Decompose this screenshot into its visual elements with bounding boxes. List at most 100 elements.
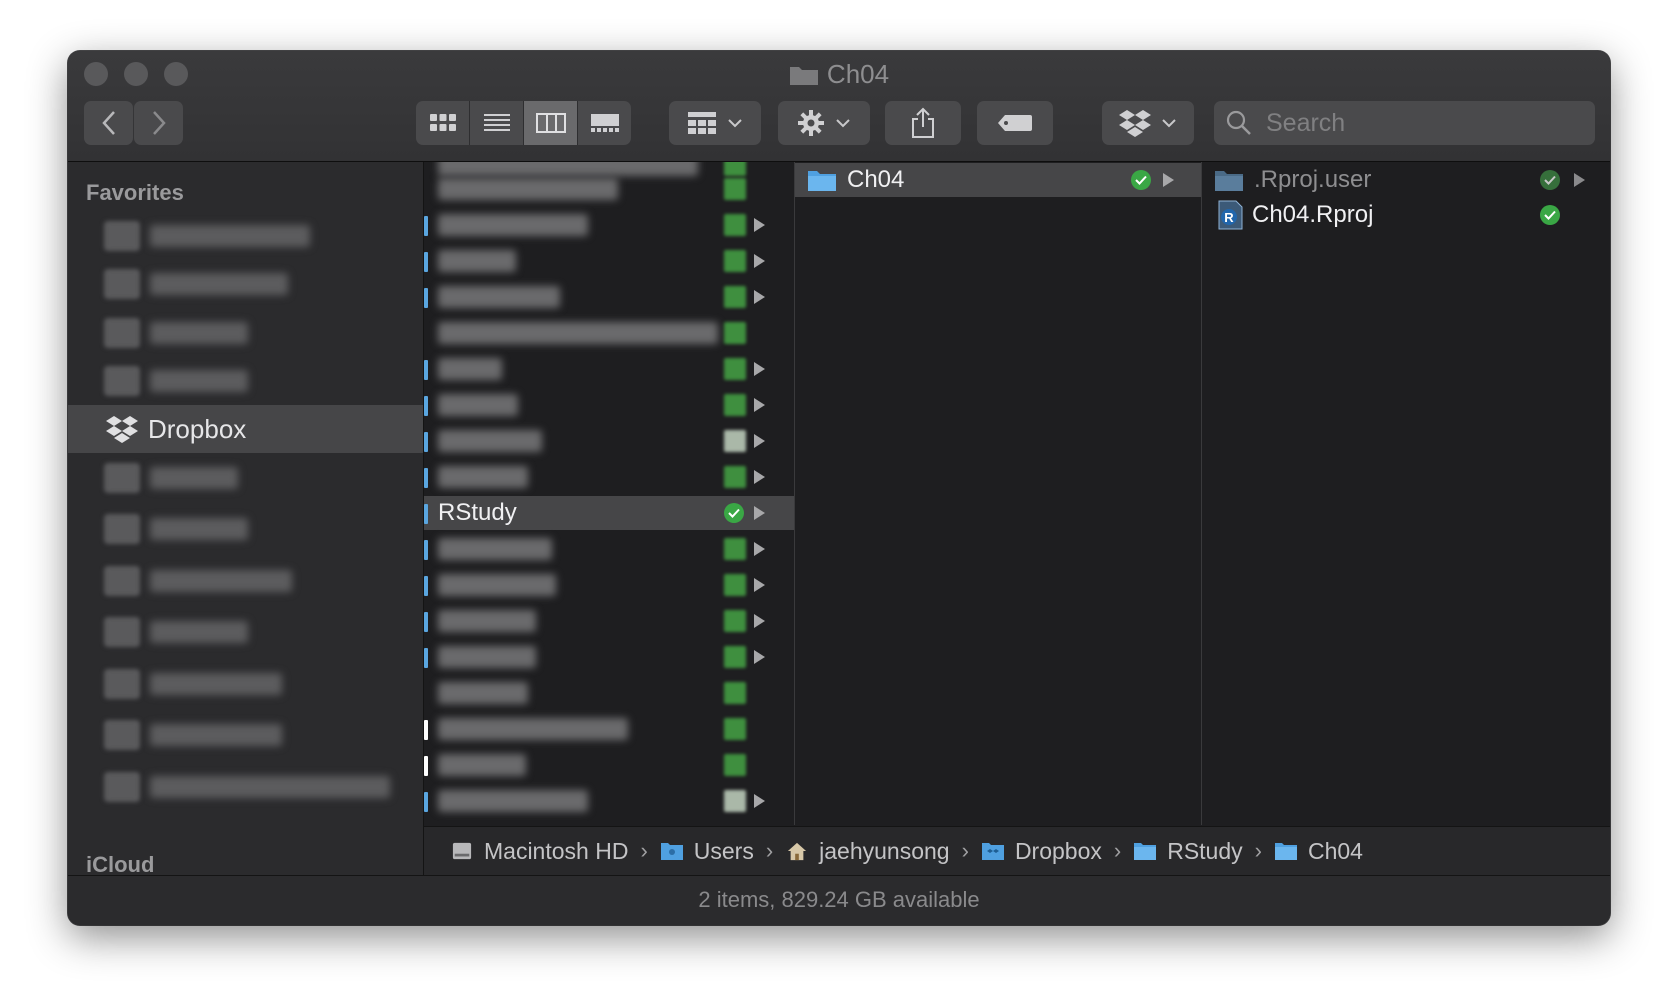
list-item[interactable] xyxy=(424,460,794,494)
sidebar-item-blurred[interactable] xyxy=(68,505,423,553)
list-item-label: RStudy xyxy=(438,499,517,526)
list-item-label: Ch04 xyxy=(847,166,905,193)
sidebar-item-blurred[interactable] xyxy=(68,309,423,357)
svg-text:R: R xyxy=(1224,210,1234,225)
sidebar-item-blurred[interactable] xyxy=(68,711,423,759)
disclosure-arrow-icon xyxy=(754,506,765,520)
list-item[interactable] xyxy=(424,316,794,350)
gallery-icon xyxy=(590,114,619,132)
list-item-ch04[interactable]: Ch04 xyxy=(795,163,1201,197)
back-button[interactable] xyxy=(84,101,133,145)
dropbox-folder-icon xyxy=(981,843,1004,860)
chevron-right-icon: › xyxy=(1113,838,1122,863)
list-item[interactable] xyxy=(424,352,794,386)
list-item[interactable] xyxy=(424,424,794,458)
sync-check-icon xyxy=(1540,205,1560,225)
sidebar-item-blurred[interactable] xyxy=(68,260,423,308)
window-title: Ch04 xyxy=(68,59,1610,89)
path-crumb-label: jaehyunsong xyxy=(819,837,950,864)
list-icon xyxy=(483,114,510,131)
columns-icon xyxy=(535,113,566,133)
sidebar-item-blurred[interactable] xyxy=(68,763,423,811)
list-item-ch04-rproj[interactable]: R Ch04.Rproj xyxy=(1202,198,1610,232)
list-item[interactable] xyxy=(424,640,794,674)
chevron-down-icon xyxy=(1162,119,1176,128)
path-crumb-users[interactable]: Users xyxy=(660,838,754,865)
sidebar-item-blurred[interactable] xyxy=(68,557,423,605)
list-item[interactable] xyxy=(424,244,794,278)
dropbox-icon xyxy=(106,416,138,443)
finder-window: Ch04 Search Favorites Dropbox iCloud RSt… xyxy=(68,51,1610,925)
folder-icon xyxy=(1215,171,1243,191)
sidebar-item-dropbox[interactable]: Dropbox xyxy=(68,405,423,453)
grid-group-icon xyxy=(688,112,716,134)
chevron-down-icon xyxy=(836,119,850,128)
list-item-label: Ch04.Rproj xyxy=(1252,201,1374,228)
path-crumb-home[interactable]: jaehyunsong xyxy=(785,837,950,865)
favorites-heading: Favorites xyxy=(86,180,184,205)
list-item-rproj-user[interactable]: .Rproj.user xyxy=(1202,163,1610,197)
hard-drive-icon xyxy=(452,842,472,860)
sidebar-item-blurred[interactable] xyxy=(68,660,423,708)
path-crumb-label: RStudy xyxy=(1167,837,1243,864)
column-dropbox: RStudy xyxy=(424,162,795,825)
search-icon xyxy=(1226,110,1251,135)
share-button[interactable] xyxy=(885,101,961,145)
sidebar-item-label: Dropbox xyxy=(148,413,247,444)
list-item[interactable] xyxy=(424,568,794,602)
path-crumb-dropbox[interactable]: Dropbox xyxy=(981,838,1102,865)
search-input[interactable] xyxy=(1264,107,1588,139)
sync-check-icon xyxy=(724,503,744,523)
list-item[interactable] xyxy=(424,532,794,566)
chevron-down-icon xyxy=(728,119,742,128)
dropbox-icon xyxy=(1119,110,1151,137)
list-item[interactable] xyxy=(424,712,794,746)
users-folder-icon xyxy=(660,843,683,860)
chevron-right-icon: › xyxy=(640,838,648,863)
icloud-heading: iCloud xyxy=(86,852,155,875)
list-item[interactable] xyxy=(424,676,794,710)
list-item[interactable] xyxy=(424,172,794,206)
path-crumb-label: Macintosh HD xyxy=(484,837,629,864)
view-mode-control xyxy=(416,101,631,145)
path-crumb-label: Users xyxy=(693,837,754,864)
tag-button[interactable] xyxy=(977,101,1053,145)
path-bar: Macintosh HD › Users › jaehyunsong › Dro… xyxy=(424,826,1610,875)
status-bar: 2 items, 829.24 GB available xyxy=(68,875,1610,925)
window-title-text: Ch04 xyxy=(826,59,890,89)
list-item[interactable] xyxy=(424,604,794,638)
list-item-label: .Rproj.user xyxy=(1254,166,1372,193)
path-crumb-ch04[interactable]: Ch04 xyxy=(1274,838,1363,865)
list-item[interactable] xyxy=(424,748,794,782)
path-crumb-rstudy[interactable]: RStudy xyxy=(1133,837,1243,865)
list-item[interactable] xyxy=(424,280,794,314)
action-menu-button[interactable] xyxy=(778,101,870,145)
sidebar-item-blurred[interactable] xyxy=(68,357,423,405)
sidebar-item-blurred[interactable] xyxy=(68,608,423,656)
folder-icon xyxy=(789,67,818,85)
column-view-button[interactable] xyxy=(524,101,578,145)
list-view-button[interactable] xyxy=(470,101,524,145)
sidebar-item-blurred[interactable] xyxy=(68,454,423,502)
chevron-left-icon xyxy=(101,111,115,135)
list-item-rstudy[interactable]: RStudy xyxy=(424,496,794,530)
sidebar: Favorites Dropbox iCloud xyxy=(68,162,424,875)
list-item[interactable] xyxy=(424,388,794,422)
list-item[interactable] xyxy=(424,784,794,818)
dropbox-menu-button[interactable] xyxy=(1102,101,1194,145)
rproject-file-icon: R xyxy=(1218,200,1243,230)
group-by-button[interactable] xyxy=(669,101,761,145)
chevron-right-icon xyxy=(152,111,166,135)
sync-check-icon xyxy=(1540,170,1560,190)
sidebar-item-blurred[interactable] xyxy=(68,212,423,260)
path-crumb-macintosh-hd[interactable]: Macintosh HD xyxy=(450,838,628,865)
list-item[interactable] xyxy=(424,208,794,242)
search-field[interactable] xyxy=(1214,101,1595,145)
folder-icon xyxy=(1134,843,1157,860)
gallery-view-button[interactable] xyxy=(578,101,631,145)
forward-button[interactable] xyxy=(134,101,183,145)
gear-icon xyxy=(798,110,824,136)
icon-view-button[interactable] xyxy=(416,101,470,145)
share-icon xyxy=(912,107,934,138)
chevron-right-icon: › xyxy=(1254,838,1262,863)
